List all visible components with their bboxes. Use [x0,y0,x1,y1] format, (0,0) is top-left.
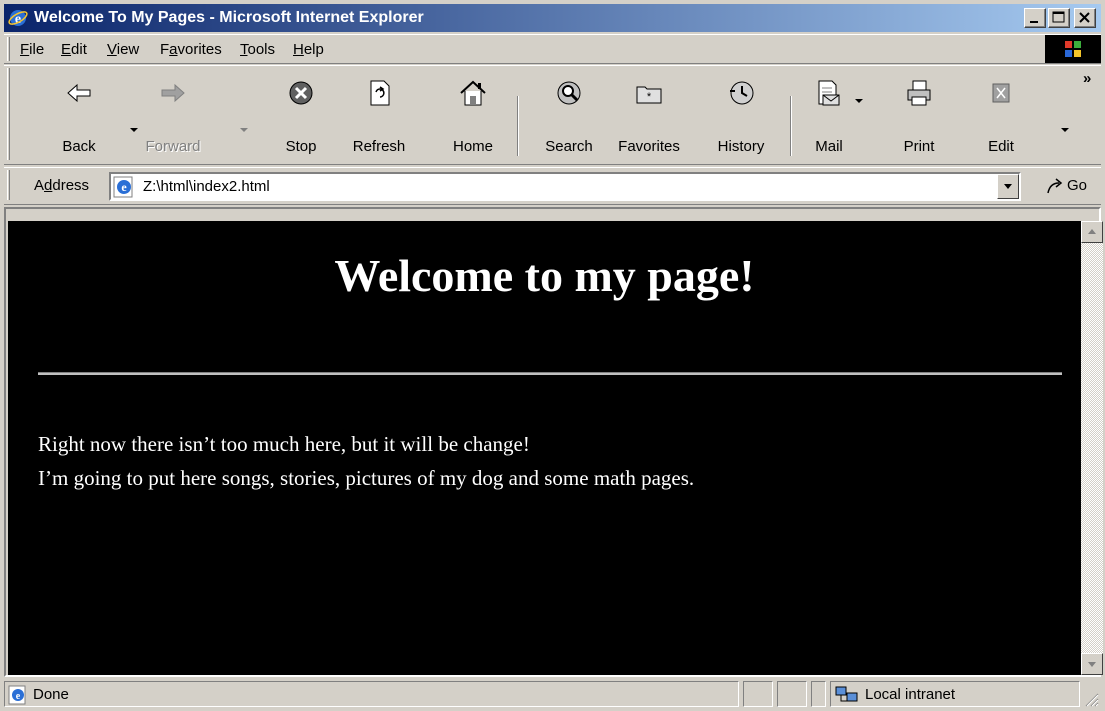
search-icon [557,81,581,105]
go-button[interactable]: Go [1039,172,1099,201]
local-intranet-icon [835,686,858,702]
menu-view[interactable]: View [107,40,139,60]
menu-favorites[interactable]: Favorites [160,40,222,60]
stop-button[interactable]: Stop [266,74,336,164]
status-pane-progress [743,681,773,707]
page-ie-icon: e [113,176,133,198]
menu-tools[interactable]: Tools [240,40,275,60]
toolbar-chevron-icon[interactable]: » [1083,70,1091,87]
mail-dropdown-arrow[interactable] [855,99,863,103]
refresh-icon [370,80,390,106]
svg-text:e: e [16,691,21,702]
search-button[interactable]: Search [534,74,604,164]
scroll-down-button[interactable] [1081,653,1103,675]
scroll-up-icon [1088,229,1096,234]
content-frame: Welcome to my page! Right now there isn’… [4,207,1103,677]
menu-bar-grip[interactable] [7,37,10,61]
vertical-scrollbar[interactable] [1081,221,1103,675]
status-pane-blank [811,681,826,707]
title-bar[interactable]: e Welcome To My Pages - Microsoft Intern… [4,4,1101,32]
print-label: Print [903,138,935,155]
mail-button[interactable]: Mail [794,74,864,164]
edit-button[interactable]: Edit [966,74,1036,164]
edit-dropdown-arrow[interactable] [1061,128,1069,132]
address-url: Z:\html\index2.html [143,178,270,195]
zone-text: Local intranet [865,686,956,703]
back-button[interactable]: Back [44,74,114,164]
back-label: Back [62,138,96,155]
address-label: Address [34,177,90,194]
horizontal-rule [38,372,1062,375]
internet-explorer-icon: e [8,10,28,27]
status-text: Done [33,686,69,703]
forward-arrow-icon [161,83,185,103]
edit-icon [992,83,1010,103]
resize-grip-icon[interactable] [1083,691,1099,707]
printer-icon [907,80,931,106]
history-label: History [717,138,765,155]
stop-icon [289,81,313,105]
minimize-icon [1030,21,1038,23]
chevron-down-icon [1004,184,1012,189]
scroll-down-icon [1088,662,1096,667]
svg-text:e: e [121,180,127,194]
go-label: Go [1067,177,1088,194]
address-bar-grip[interactable] [7,170,10,200]
print-button[interactable]: Print [884,74,954,164]
back-arrow-icon [67,83,91,103]
page-body-text: Right now there isn’t too much here, but… [38,427,694,495]
mail-label: Mail [815,138,843,155]
back-dropdown-arrow[interactable] [130,128,138,132]
mail-icon [818,80,840,106]
history-button[interactable]: History [706,74,776,164]
browser-window: e Welcome To My Pages - Microsoft Intern… [0,0,1105,711]
window-title: Welcome To My Pages - Microsoft Internet… [34,9,424,26]
stop-label: Stop [285,138,317,155]
maximize-button[interactable] [1048,8,1070,28]
status-bar: e Done Local intranet [4,679,1101,709]
status-pane-security [777,681,807,707]
address-bar: Address e Z:\html\index2.html Go [4,167,1101,205]
refresh-label: Refresh [352,138,406,155]
forward-label: Forward [145,138,201,155]
forward-button[interactable]: Forward [138,74,208,164]
home-button[interactable]: Home [438,74,508,164]
toolbar-separator [517,96,519,156]
refresh-button[interactable]: Refresh [344,74,414,164]
address-dropdown-button[interactable] [997,174,1019,199]
edit-label: Edit [988,138,1014,155]
home-label: Home [452,138,493,155]
menu-help[interactable]: Help [293,40,324,60]
forward-dropdown-arrow[interactable] [240,128,248,132]
address-input[interactable]: e Z:\html\index2.html [109,172,1021,201]
status-page-icon: e [8,685,26,705]
close-button[interactable] [1074,8,1096,28]
web-page-content: Welcome to my page! Right now there isn’… [8,221,1081,675]
standard-buttons-toolbar: Back Forward Stop Refresh Home Search * … [4,65,1101,165]
windows-flag-icon [1065,41,1081,57]
menu-edit[interactable]: Edit [61,40,87,60]
minimize-button[interactable] [1024,8,1046,28]
menu-bar: File Edit View Favorites Tools Help [4,34,1101,64]
maximize-icon [1052,11,1065,23]
favorites-folder-icon: * [636,86,662,104]
favorites-label: Favorites [618,138,680,155]
windows-logo [1045,35,1101,63]
home-icon [460,80,486,106]
body-line-1: Right now there isn’t too much here, but… [38,432,530,456]
go-arrow-icon [1047,178,1063,194]
scroll-up-button[interactable] [1081,221,1103,243]
search-label: Search [545,138,593,155]
svg-text:*: * [647,91,652,103]
status-main-pane: e Done [4,681,739,707]
favorites-button[interactable]: * Favorites [614,74,684,164]
page-heading: Welcome to my page! [334,250,755,301]
menu-file[interactable]: File [20,40,44,60]
status-zone-pane[interactable]: Local intranet [830,681,1080,707]
body-line-2: I’m going to put here songs, stories, pi… [38,466,695,490]
toolbar-grip[interactable] [7,68,10,160]
history-icon [730,81,754,105]
close-icon [1079,12,1090,23]
toolbar-separator [790,96,792,156]
